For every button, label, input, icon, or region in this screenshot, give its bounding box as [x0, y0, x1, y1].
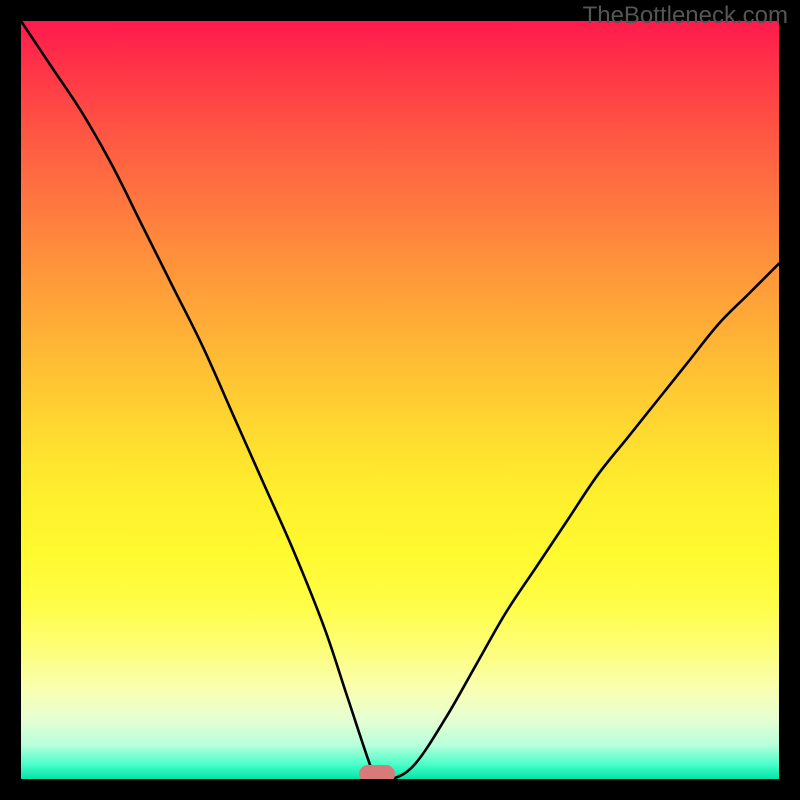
optimal-point-marker — [359, 765, 395, 779]
watermark-text: TheBottleneck.com — [583, 2, 788, 30]
plot-area — [21, 21, 779, 779]
bottleneck-curve — [21, 21, 779, 779]
chart-container: TheBottleneck.com — [0, 0, 800, 800]
